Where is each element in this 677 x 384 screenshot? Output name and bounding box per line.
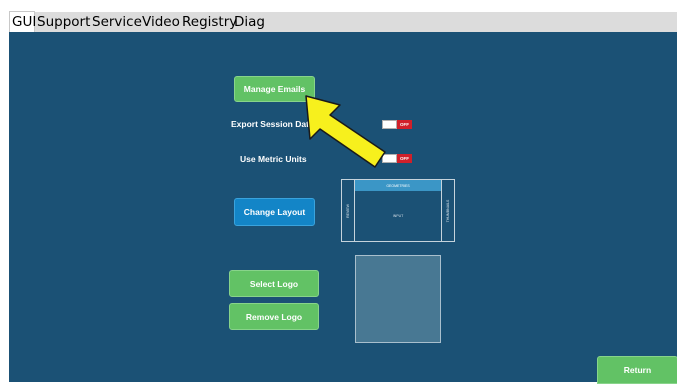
yellow-arrow-icon: [305, 95, 386, 168]
